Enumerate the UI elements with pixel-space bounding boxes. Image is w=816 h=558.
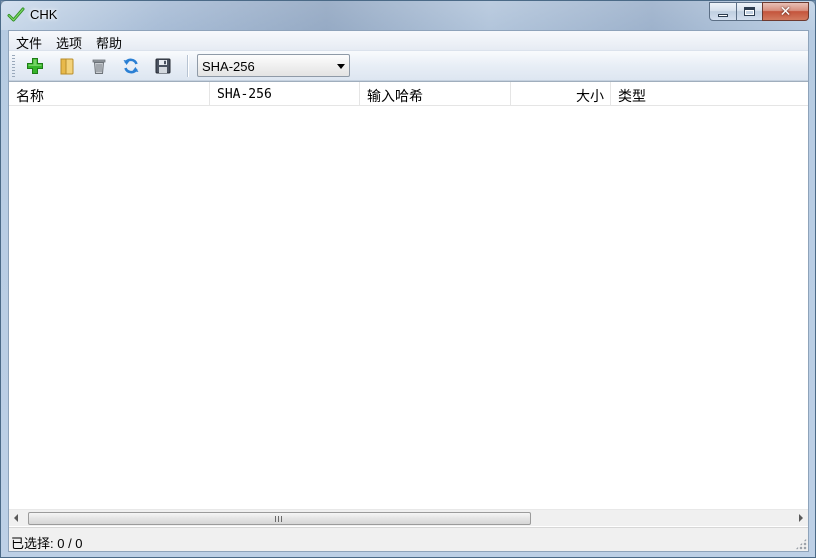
toolbar: SHA-256 [9, 51, 808, 81]
list-header: 名称 SHA-256 输入哈希 大小 类型 [9, 82, 808, 106]
file-list[interactable]: 名称 SHA-256 输入哈希 大小 类型 [9, 81, 808, 527]
maximize-icon [744, 7, 755, 16]
minimize-icon [718, 13, 728, 17]
scrollbar-grip-icon [275, 516, 282, 522]
scroll-right-icon[interactable] [799, 514, 803, 522]
menu-bar: 文件 选项 帮助 [9, 31, 808, 51]
resize-grip-icon[interactable] [795, 538, 807, 550]
app-window: CHK ✕ 文件 选项 帮助 SHA-256 名称 SHA-256 输入哈希 大… [0, 0, 816, 558]
refresh-icon [123, 58, 139, 74]
caption-buttons: ✕ [709, 2, 809, 22]
status-bar: 已选择: 0 / 0 [9, 527, 808, 551]
chevron-down-icon [337, 64, 345, 69]
title-bar[interactable]: CHK ✕ [1, 1, 815, 30]
close-icon: ✕ [779, 3, 792, 20]
check-icon [7, 7, 25, 22]
toolbar-separator [187, 55, 189, 77]
floppy-icon [155, 58, 171, 74]
title-bar-background [1, 1, 815, 30]
column-header-type[interactable]: 类型 [611, 82, 808, 106]
minimize-button[interactable] [709, 2, 736, 21]
trash-icon [92, 59, 106, 74]
client-area: 文件 选项 帮助 SHA-256 名称 SHA-256 输入哈希 大小 类型 已… [8, 30, 809, 552]
scroll-left-icon[interactable] [14, 514, 18, 522]
horizontal-scrollbar[interactable] [9, 509, 808, 526]
refresh-button[interactable] [119, 54, 143, 78]
selection-status: 已选择: 0 / 0 [11, 536, 83, 551]
column-header-size[interactable]: 大小 [511, 82, 611, 106]
menu-help[interactable]: 帮助 [89, 31, 129, 51]
folder-icon [60, 58, 74, 75]
add-button[interactable] [23, 54, 47, 78]
algorithm-select[interactable]: SHA-256 [197, 54, 350, 77]
column-header-sha256[interactable]: SHA-256 [210, 82, 360, 106]
plus-icon [27, 58, 43, 74]
algorithm-select-value: SHA-256 [202, 59, 255, 74]
delete-button[interactable] [87, 54, 111, 78]
window-title: CHK [30, 7, 58, 22]
open-button[interactable] [55, 54, 79, 78]
maximize-button[interactable] [736, 2, 762, 21]
toolbar-grip[interactable] [12, 55, 15, 77]
save-button[interactable] [151, 54, 175, 78]
column-header-input-hash[interactable]: 输入哈希 [360, 82, 511, 106]
scrollbar-thumb[interactable] [28, 512, 531, 525]
column-header-name[interactable]: 名称 [9, 82, 210, 106]
menu-options[interactable]: 选项 [49, 31, 89, 51]
list-body[interactable] [9, 107, 808, 509]
close-button[interactable]: ✕ [762, 2, 809, 21]
menu-file[interactable]: 文件 [9, 31, 49, 51]
